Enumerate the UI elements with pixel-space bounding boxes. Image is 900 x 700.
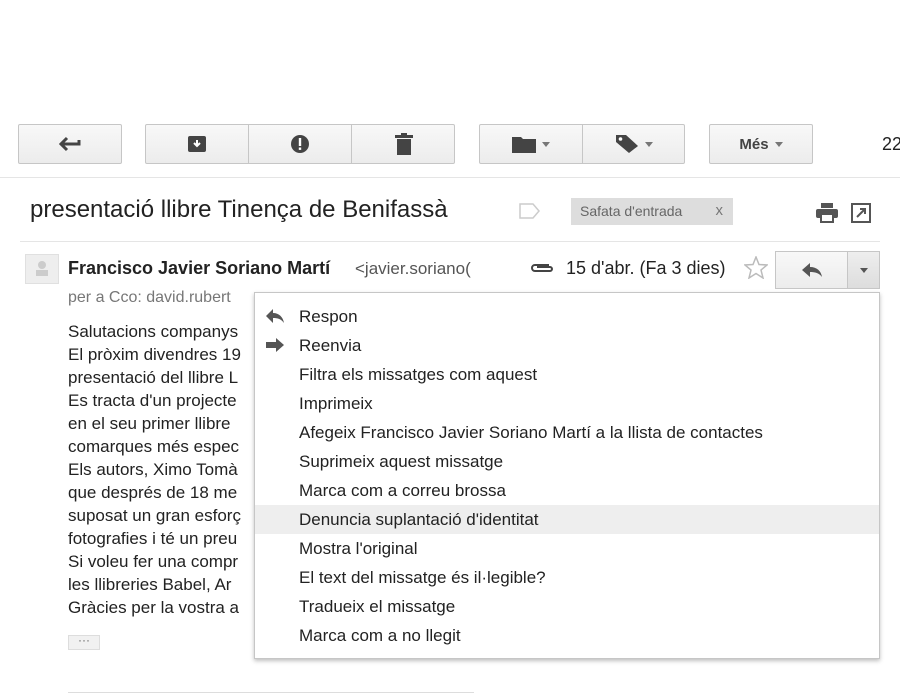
menu-item-translate[interactable]: Tradueix el missatge (255, 592, 879, 621)
attachment-icon (531, 264, 553, 272)
menu-item-report-phishing[interactable]: Denuncia suplantació d'identitat (255, 505, 879, 534)
back-button[interactable] (18, 124, 122, 164)
print-icon[interactable] (816, 203, 838, 223)
move-to-button[interactable] (479, 124, 582, 164)
body-line: comarques més espec (68, 437, 240, 456)
forward-icon (266, 338, 284, 352)
label-text: Safata d'entrada (580, 203, 683, 219)
menu-item-print[interactable]: Imprimeix (255, 389, 879, 418)
menu-item-label: Denuncia suplantació d'identitat (299, 510, 539, 529)
menu-item-label: Mostra l'original (299, 539, 418, 558)
show-trimmed-content-button[interactable]: ··· (68, 634, 100, 650)
importance-marker-icon[interactable] (519, 203, 541, 219)
body-line: Si voleu fer una compr (68, 552, 239, 571)
person-icon (36, 261, 48, 276)
more-label: Més (739, 135, 769, 153)
chevron-down-icon (774, 141, 783, 147)
menu-item-label: Marca com a no llegit (299, 626, 461, 645)
archive-icon (187, 136, 206, 152)
remove-label-button[interactable]: x (716, 202, 724, 219)
menu-item-delete[interactable]: Suprimeix aquest missatge (255, 447, 879, 476)
body-line: suposat un gran esforç (68, 506, 241, 525)
star-icon[interactable] (744, 256, 768, 279)
body-line: El pròxim divendres 19 (68, 345, 241, 364)
body-line: Es tracta d'un projecte (68, 391, 237, 410)
body-line: Gràcies per la vostra a (68, 598, 240, 617)
trash-icon (394, 133, 413, 155)
menu-item-show-original[interactable]: Mostra l'original (255, 534, 879, 563)
page-title: presentació llibre Tinença de Benifassà (30, 196, 448, 223)
menu-item-add-contact[interactable]: Afegeix Francisco Javier Soriano Martí a… (255, 418, 879, 447)
body-line: les llibreries Babel, Ar (68, 575, 232, 594)
menu-item-label: Suprimeix aquest missatge (299, 452, 504, 471)
reply-icon (266, 309, 284, 323)
back-arrow-icon (59, 136, 81, 152)
menu-item-label: Tradueix el missatge (299, 597, 456, 616)
spam-icon (291, 135, 309, 153)
inbox-label-chip: Safata d'entrada x (571, 198, 733, 225)
labels-button[interactable] (583, 124, 685, 164)
reply-box-edge (68, 692, 474, 693)
more-button[interactable]: Més (709, 124, 813, 164)
menu-item-label: Marca com a correu brossa (299, 481, 506, 500)
menu-item-label: Afegeix Francisco Javier Soriano Martí a… (299, 423, 763, 442)
menu-item-reply[interactable]: Respon (255, 302, 879, 331)
menu-item-filter[interactable]: Filtra els missatges com aquest (255, 360, 879, 389)
menu-item-label: El text del missatge és il·legible? (299, 568, 546, 587)
recipients-line[interactable]: per a Cco: david.rubert (68, 289, 268, 307)
chevron-down-icon (859, 267, 868, 273)
reply-icon (801, 263, 822, 277)
menu-item-label: Imprimeix (299, 394, 373, 413)
label-tag-icon (616, 135, 638, 153)
menu-item-label: Reenvia (299, 336, 362, 355)
subject-divider (20, 241, 880, 242)
delete-button[interactable] (352, 124, 455, 164)
body-line: Salutacions companys (68, 322, 239, 341)
chevron-down-icon (645, 141, 653, 147)
menu-item-label: Filtra els missatges com aquest (299, 365, 538, 384)
report-spam-button[interactable] (249, 124, 351, 164)
menu-item-illegible[interactable]: El text del missatge és il·legible? (255, 563, 879, 592)
menu-item-forward[interactable]: Reenvia (255, 331, 879, 360)
sender-email: <javier.soriano( (355, 259, 471, 278)
new-window-icon[interactable] (851, 203, 871, 223)
body-line: Els autors, Ximo Tomà (68, 460, 238, 479)
body-line: en el seu primer llibre (68, 414, 231, 433)
menu-item-label: Respon (299, 307, 358, 326)
chevron-down-icon (541, 141, 550, 147)
body-line: presentació del llibre L (68, 368, 239, 387)
body-line: fotografies i té un preu (68, 529, 238, 548)
folder-icon (511, 137, 536, 153)
archive-button[interactable] (145, 124, 248, 164)
toolbar-divider-line (0, 177, 900, 178)
reply-button[interactable] (775, 251, 848, 289)
avatar (25, 254, 59, 284)
body-line: que després de 18 me (68, 483, 238, 502)
more-actions-dropdown[interactable] (847, 251, 880, 289)
sender-name[interactable]: Francisco Javier Soriano Martí (68, 258, 330, 279)
message-actions-menu: Respon Reenvia Filtra els missatges com … (254, 292, 880, 659)
message-date: 15 d'abr. (Fa 3 dies) (566, 258, 726, 278)
menu-item-spam[interactable]: Marca com a correu brossa (255, 476, 879, 505)
menu-item-mark-unread[interactable]: Marca com a no llegit (255, 621, 879, 650)
pagination-count: 22 (882, 134, 900, 154)
